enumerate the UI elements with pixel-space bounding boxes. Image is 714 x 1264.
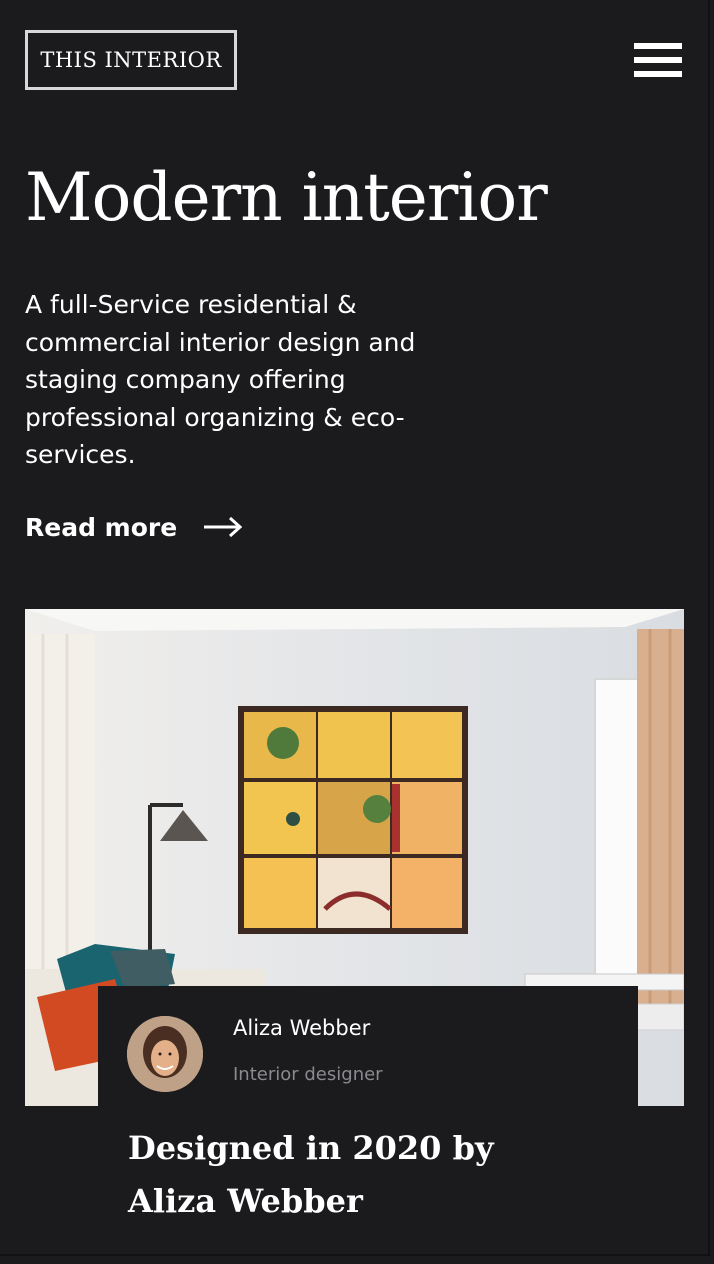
menu-bar — [634, 57, 682, 63]
avatar — [127, 1016, 203, 1092]
menu-bar — [634, 71, 682, 77]
logo-text: THIS INTERIOR — [40, 48, 222, 72]
author-name: Aliza Webber — [233, 1016, 371, 1040]
read-more-link[interactable]: Read more — [25, 507, 243, 547]
read-more-label: Read more — [25, 512, 178, 542]
hero-description: A full-Service residential & commercial … — [25, 290, 416, 469]
hamburger-menu-icon[interactable] — [634, 43, 682, 77]
arrow-right-icon — [204, 516, 243, 538]
author-role: Interior designer — [233, 1064, 383, 1085]
site-logo[interactable]: THIS INTERIOR — [25, 30, 237, 90]
card-title: Designed in 2020 by Aliza Webber — [128, 1129, 494, 1220]
designer-card[interactable]: Aliza Webber Interior designer Designed … — [98, 986, 638, 1254]
page: THIS INTERIOR Modern interior A full-Ser… — [0, 0, 710, 1256]
hero-title: Modern interior — [25, 159, 548, 236]
menu-bar — [634, 43, 682, 49]
